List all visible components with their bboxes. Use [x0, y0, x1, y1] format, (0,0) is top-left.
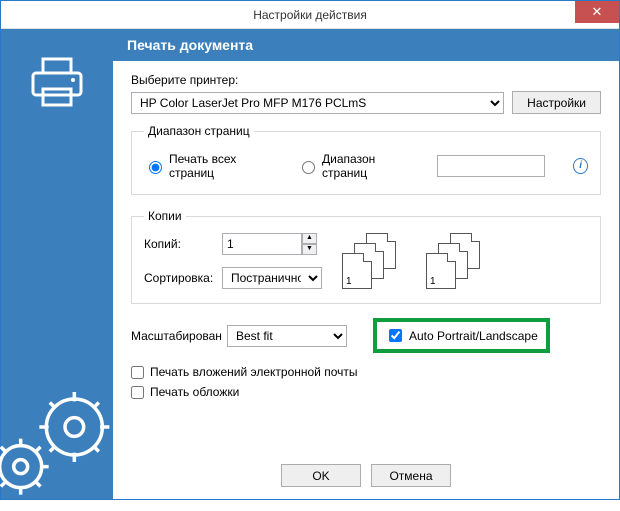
radio-all-pages[interactable]: Печать всех страниц — [144, 152, 273, 180]
info-icon[interactable]: i — [573, 158, 588, 174]
auto-orientation-highlight: Auto Portrait/Landscape — [373, 318, 550, 353]
window-title: Настройки действия — [253, 8, 367, 22]
printer-icon — [27, 53, 87, 113]
printer-label: Выберите принтер: — [131, 73, 601, 87]
radio-range-label: Диапазон страниц — [322, 152, 413, 180]
page-range-group: Диапазон страниц Печать всех страниц Диа… — [131, 124, 601, 195]
dialog-footer: OK Отмена — [113, 454, 619, 499]
collate-select[interactable]: Постранично — [222, 267, 322, 289]
radio-page-range[interactable]: Диапазон страниц — [297, 152, 413, 180]
print-attachments-label: Печать вложений электронной почты — [150, 365, 358, 379]
radio-range-input[interactable] — [302, 161, 315, 174]
collate-label: Сортировка: — [144, 271, 222, 285]
sidebar — [1, 29, 113, 499]
section-header: Печать документа — [113, 29, 619, 61]
spin-up-icon[interactable]: ▲ — [302, 233, 317, 244]
copies-spinner[interactable]: ▲ ▼ — [222, 233, 322, 255]
close-button[interactable]: ✕ — [575, 1, 619, 23]
printer-select[interactable]: HP Color LaserJet Pro MFP M176 PCLmS — [131, 92, 504, 114]
printer-settings-button[interactable]: Настройки — [512, 91, 601, 114]
ok-button[interactable]: OK — [281, 464, 361, 487]
copies-legend: Копии — [144, 209, 186, 223]
scale-label: Масштабирован — [131, 329, 225, 343]
spin-down-icon[interactable]: ▼ — [302, 244, 317, 255]
auto-orientation-label: Auto Portrait/Landscape — [409, 329, 538, 343]
dialog-window: Настройки действия ✕ — [0, 0, 620, 500]
main-panel: Печать документа Выберите принтер: HP Co… — [113, 29, 619, 499]
collate-stack-icon: 3 2 1 — [342, 233, 402, 289]
page-range-legend: Диапазон страниц — [144, 124, 254, 138]
cancel-button[interactable]: Отмена — [371, 464, 451, 487]
copies-input[interactable] — [222, 233, 302, 255]
radio-all-label: Печать всех страниц — [169, 152, 273, 180]
page-range-input[interactable] — [437, 155, 545, 177]
print-cover-label: Печать обложки — [150, 385, 239, 399]
gears-icon — [0, 371, 121, 511]
collate-stack-icon: 3 2 1 — [426, 233, 486, 289]
copies-group: Копии Копий: ▲ ▼ — [131, 209, 601, 304]
radio-all-input[interactable] — [149, 161, 162, 174]
collate-preview: 3 2 1 3 2 1 — [342, 233, 486, 289]
print-attachments-checkbox[interactable] — [131, 366, 144, 379]
titlebar: Настройки действия ✕ — [1, 1, 619, 29]
scale-select[interactable]: Best fit — [227, 325, 347, 347]
auto-orientation-checkbox[interactable] — [389, 329, 402, 342]
copies-count-label: Копий: — [144, 237, 222, 251]
print-cover-checkbox[interactable] — [131, 386, 144, 399]
